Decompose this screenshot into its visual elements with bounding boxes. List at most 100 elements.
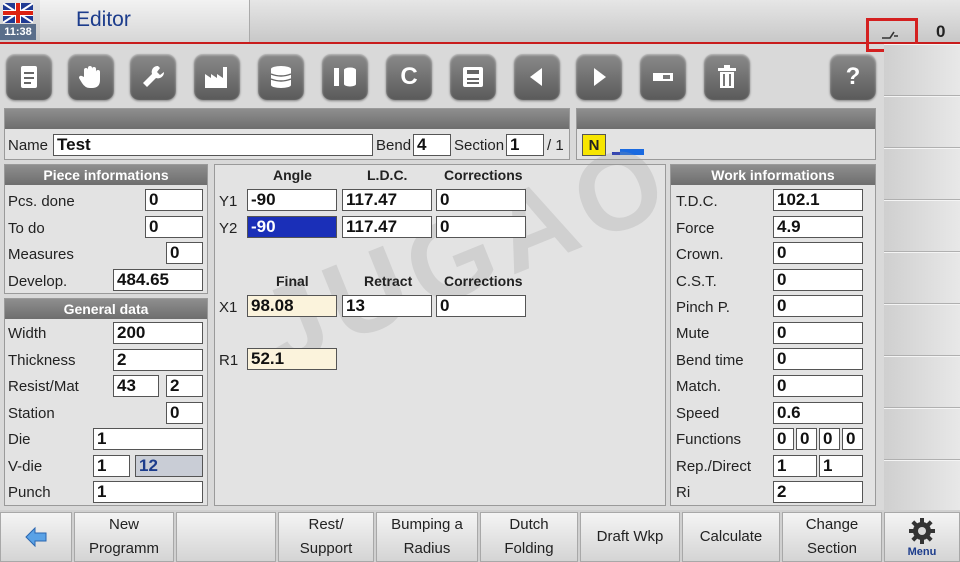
draft-wkp-button[interactable]: Draft Wkp: [580, 512, 680, 562]
name-field[interactable]: Test: [53, 134, 373, 156]
mute-field[interactable]: 0: [773, 322, 863, 344]
bend-field[interactable]: 4: [413, 134, 451, 156]
clear-button[interactable]: C: [386, 54, 432, 100]
y1-angle-field[interactable]: -90: [247, 189, 337, 211]
develop-field[interactable]: 484.65: [113, 269, 203, 291]
rest-support-button[interactable]: Rest/Support: [278, 512, 374, 562]
next-arrow-icon[interactable]: [576, 54, 622, 100]
change-section-line2: Section: [806, 540, 858, 557]
x1-corrections-field[interactable]: 0: [436, 295, 526, 317]
bumping-line2: Radius: [403, 540, 451, 557]
to-do-field[interactable]: 0: [145, 216, 203, 238]
rep-direct-label: Rep./Direct: [676, 458, 752, 475]
save-icon[interactable]: [450, 54, 496, 100]
thickness-field[interactable]: 2: [113, 349, 203, 371]
resist-field[interactable]: 43: [113, 375, 159, 397]
pinch-label: Pinch P.: [676, 299, 730, 316]
x1-final-field[interactable]: 98.08: [247, 295, 337, 317]
side-key[interactable]: [884, 460, 960, 512]
change-section-line1: Change: [805, 516, 859, 533]
v-die-field[interactable]: 1: [93, 455, 130, 477]
side-key[interactable]: [884, 200, 960, 252]
section-field[interactable]: 1: [506, 134, 544, 156]
pcs-done-field[interactable]: 0: [145, 189, 203, 211]
database-stack-icon[interactable]: [258, 54, 304, 100]
empty-softkey[interactable]: [176, 512, 276, 562]
ri-field[interactable]: 2: [773, 481, 863, 503]
name-label: Name: [8, 137, 49, 154]
die-field[interactable]: 1: [93, 428, 203, 450]
database-tools-icon[interactable]: [322, 54, 368, 100]
work-info-header: Work informations: [671, 165, 875, 185]
new-program-line2: Programm: [88, 540, 159, 557]
remove-row-icon[interactable]: [640, 54, 686, 100]
to-do-label: To do: [8, 220, 45, 237]
hand-icon[interactable]: [68, 54, 114, 100]
dutch-line2: Folding: [504, 540, 554, 557]
thickness-label: Thickness: [8, 352, 76, 369]
trash-icon[interactable]: [704, 54, 750, 100]
r1-field[interactable]: 52.1: [247, 348, 337, 370]
previous-arrow-icon[interactable]: [514, 54, 560, 100]
change-section-button[interactable]: Change Section: [782, 512, 882, 562]
tdc-field[interactable]: 102.1: [773, 189, 863, 211]
menu-button[interactable]: Menu: [884, 512, 960, 562]
document-icon[interactable]: [6, 54, 52, 100]
wrench-icon[interactable]: [130, 54, 176, 100]
side-key[interactable]: [884, 408, 960, 460]
match-field[interactable]: 0: [773, 375, 863, 397]
side-key[interactable]: [884, 356, 960, 408]
punch-field[interactable]: 1: [93, 481, 203, 503]
speed-field[interactable]: 0.6: [773, 402, 863, 424]
help-button[interactable]: ?: [830, 54, 876, 100]
cst-field[interactable]: 0: [773, 269, 863, 291]
col-angle: Angle: [273, 167, 312, 183]
side-key[interactable]: [884, 148, 960, 200]
title-tab: [40, 0, 250, 42]
repetition-field[interactable]: 1: [773, 455, 817, 477]
y2-ldc-field[interactable]: 117.47: [342, 216, 432, 238]
y1-corrections-field[interactable]: 0: [436, 189, 526, 211]
calculate-button[interactable]: Calculate: [682, 512, 780, 562]
side-key[interactable]: [884, 304, 960, 356]
pinch-field[interactable]: 0: [773, 295, 863, 317]
y2-angle-field[interactable]: -90: [247, 216, 337, 238]
x1-retract-field[interactable]: 13: [342, 295, 432, 317]
piece-info-header: Piece informations: [5, 165, 207, 185]
y1-ldc-field[interactable]: 117.47: [342, 189, 432, 211]
force-field[interactable]: 4.9: [773, 216, 863, 238]
dutch-folding-button[interactable]: Dutch Folding: [480, 512, 578, 562]
y2-corrections-field[interactable]: 0: [436, 216, 526, 238]
r1-label: R1: [219, 352, 239, 369]
back-arrow-icon: [25, 526, 47, 548]
side-key[interactable]: [884, 44, 960, 96]
language-flag-icon[interactable]: [3, 3, 33, 23]
measures-field[interactable]: 0: [166, 242, 203, 264]
functions-label: Functions: [676, 431, 742, 448]
material-field[interactable]: 2: [166, 375, 203, 397]
station-field[interactable]: 0: [166, 402, 203, 424]
col-final: Final: [276, 273, 309, 289]
function-4-field[interactable]: 0: [842, 428, 863, 450]
side-key[interactable]: [884, 96, 960, 148]
direct-field[interactable]: 1: [819, 455, 863, 477]
function-3-field[interactable]: 0: [819, 428, 840, 450]
back-button[interactable]: [0, 512, 72, 562]
crown-field[interactable]: 0: [773, 242, 863, 264]
function-1-field[interactable]: 0: [773, 428, 794, 450]
bumping-radius-button[interactable]: Bumping a Radius: [376, 512, 478, 562]
dutch-line1: Dutch: [509, 516, 549, 533]
side-key[interactable]: [884, 252, 960, 304]
section-label: Section: [454, 137, 505, 154]
function-2-field[interactable]: 0: [796, 428, 817, 450]
force-label: Force: [676, 220, 715, 237]
status-count: 0: [936, 22, 946, 41]
new-program-button[interactable]: New Programm: [74, 512, 174, 562]
clock: 11:38: [0, 24, 36, 40]
name-panel-header: [5, 109, 569, 129]
factory-icon[interactable]: [194, 54, 240, 100]
bend-time-field[interactable]: 0: [773, 348, 863, 370]
new-program-line1: New: [108, 516, 139, 533]
width-field[interactable]: 200: [113, 322, 203, 344]
bend-label: Bend: [376, 137, 412, 154]
